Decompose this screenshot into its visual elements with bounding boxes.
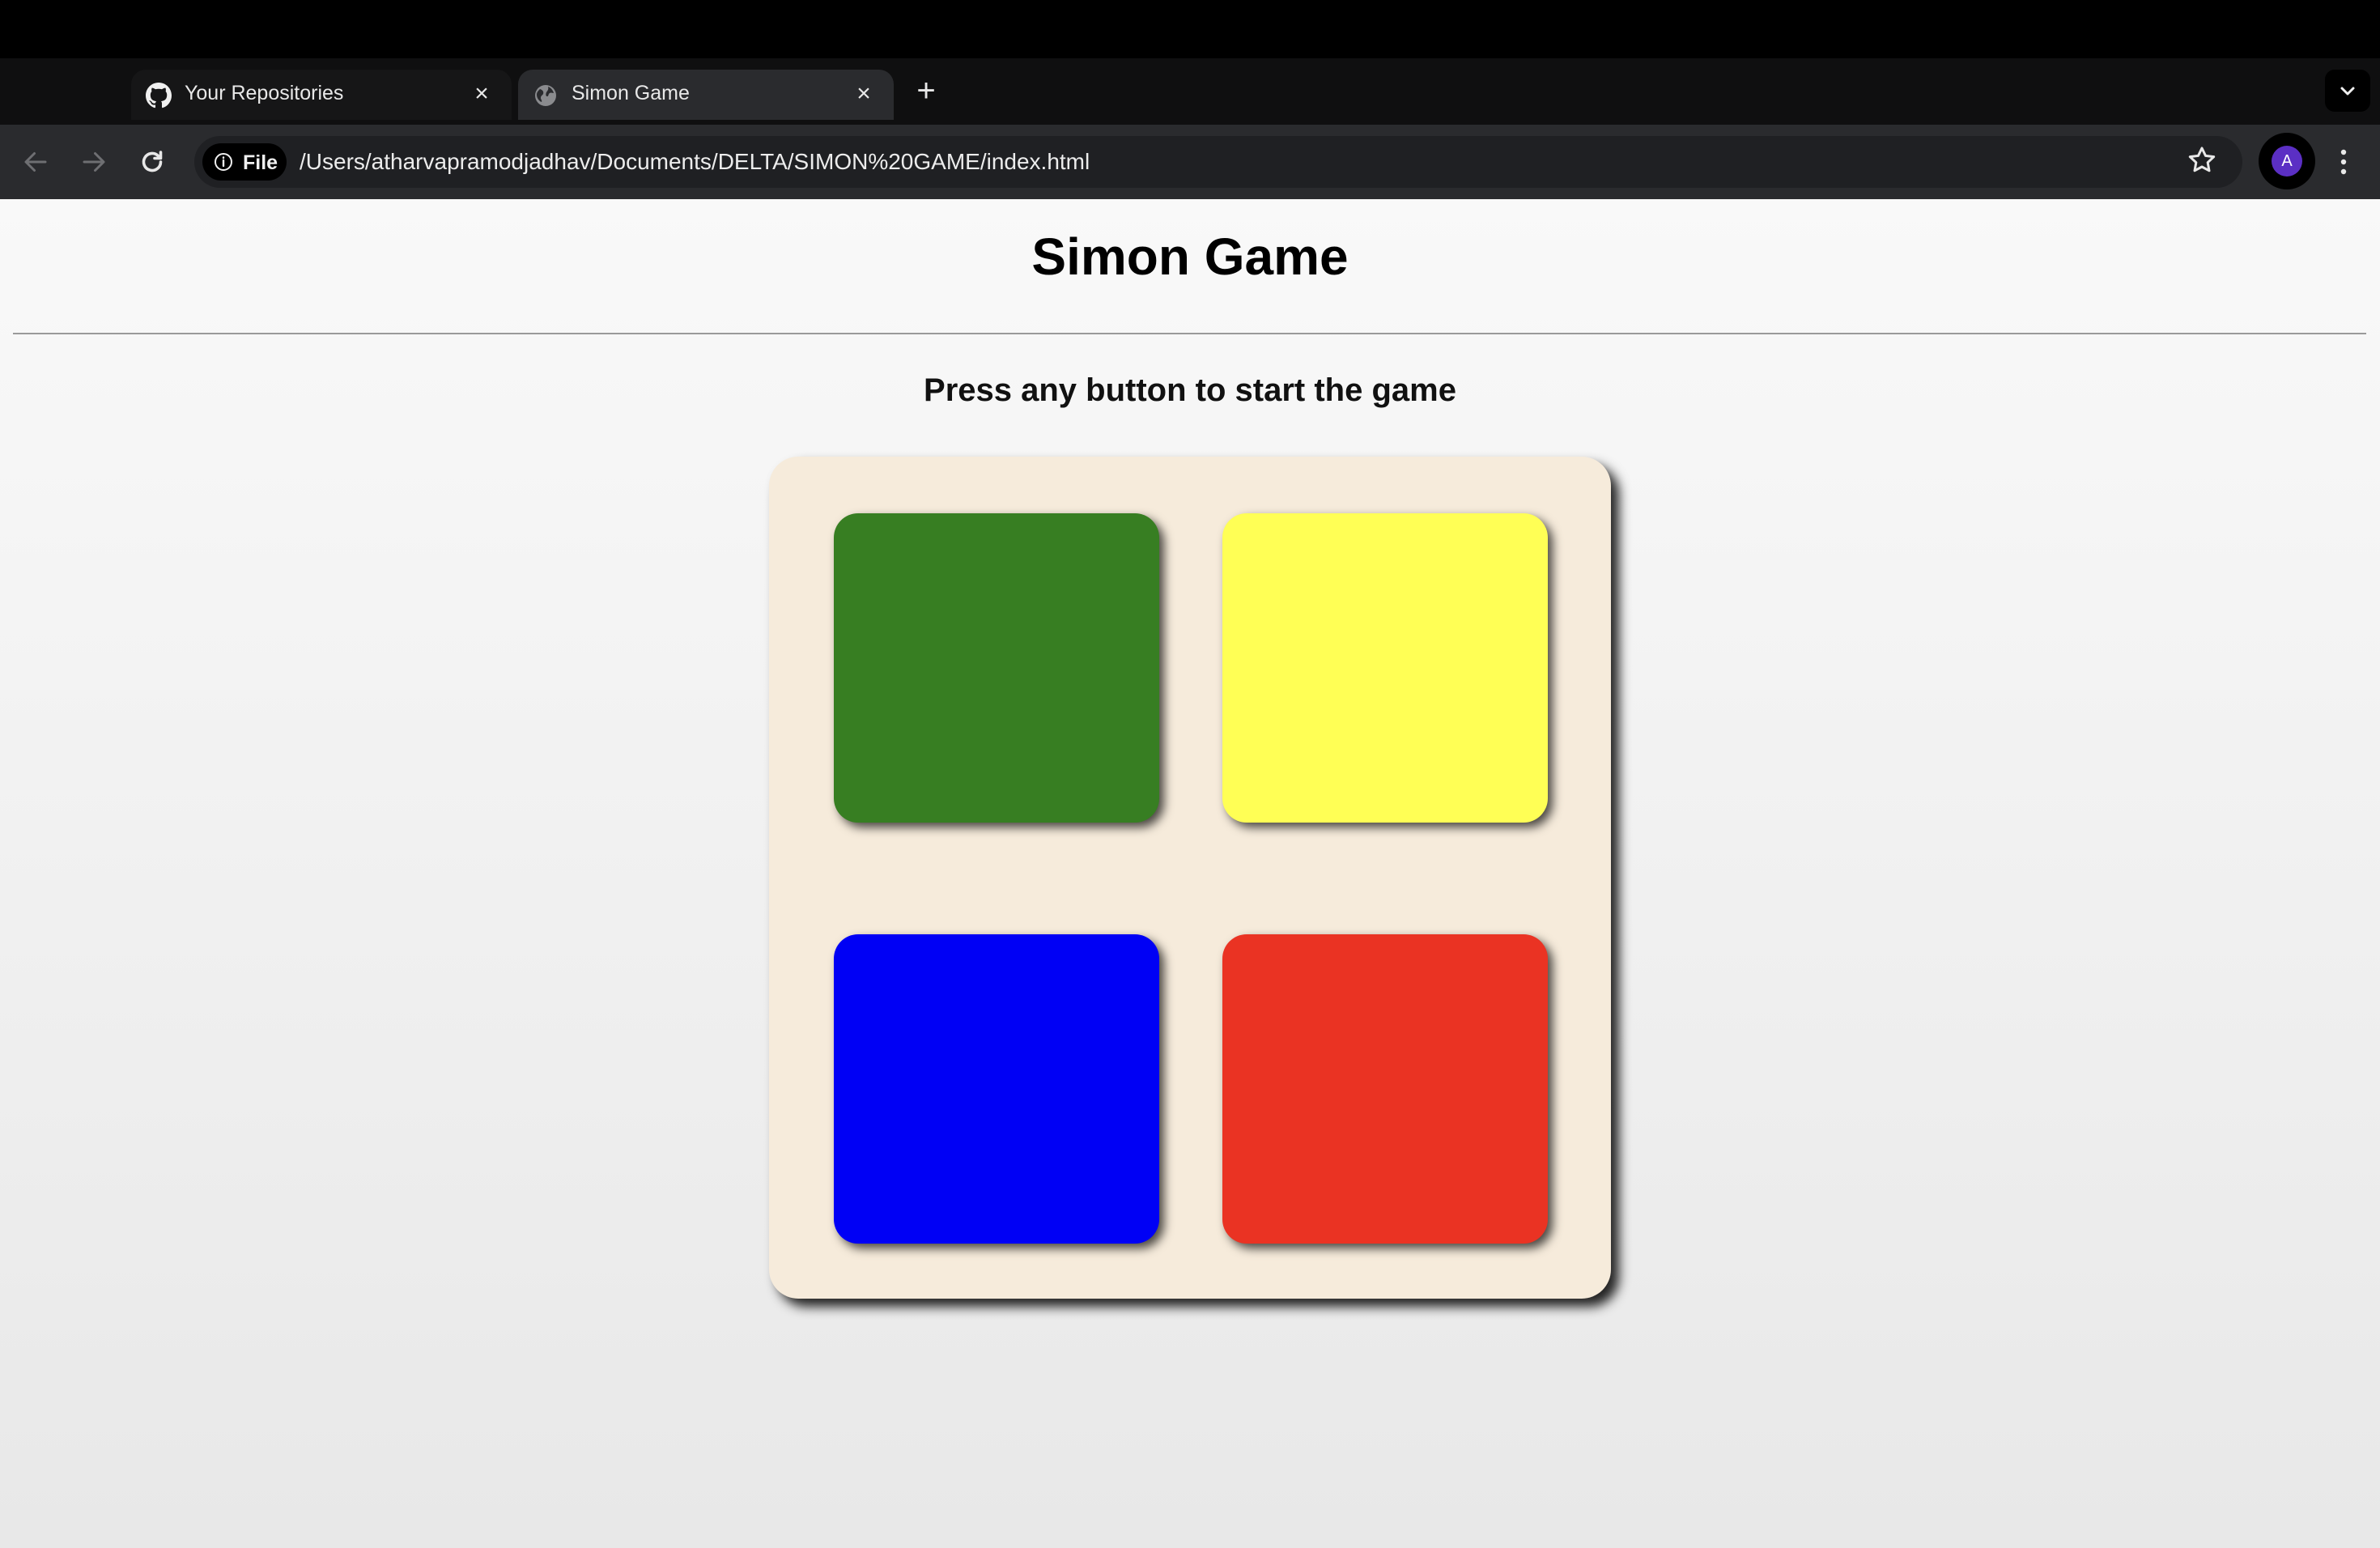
red-button[interactable] <box>1222 934 1548 1244</box>
green-button[interactable] <box>834 513 1159 823</box>
page-title: Simon Game <box>1031 228 1349 286</box>
more-menu-icon[interactable] <box>2331 142 2356 181</box>
forward-button[interactable] <box>76 144 112 180</box>
back-button[interactable] <box>18 144 53 180</box>
os-top-bar <box>0 0 2380 58</box>
browser-toolbar: File /Users/atharvapramodjadhav/Document… <box>0 125 2380 199</box>
info-icon <box>215 153 232 171</box>
divider <box>13 333 2366 334</box>
tab-label: Your Repositories <box>185 82 344 104</box>
arrow-left-icon <box>24 152 47 172</box>
game-status-text: Press any button to start the game <box>924 372 1456 408</box>
address-bar[interactable]: File /Users/atharvapramodjadhav/Document… <box>194 136 2242 188</box>
bookmark-star-icon[interactable] <box>2186 144 2218 176</box>
arrow-right-icon <box>83 152 105 172</box>
page-content: Simon Game Press any button to start the… <box>0 199 2380 1548</box>
site-info-chip[interactable]: File <box>202 143 287 181</box>
tab-your-repositories[interactable]: Your Repositories × <box>131 70 512 120</box>
url-text[interactable]: /Users/atharvapramodjadhav/Documents/DEL… <box>300 149 1090 175</box>
yellow-button[interactable] <box>1222 513 1548 823</box>
close-tab-icon[interactable]: × <box>470 81 494 107</box>
tab-label: Simon Game <box>572 82 690 104</box>
reload-button[interactable] <box>134 144 170 180</box>
close-tab-icon[interactable]: × <box>852 81 876 107</box>
chevron-down-icon <box>2340 87 2355 96</box>
game-board <box>769 457 1611 1299</box>
file-chip-label: File <box>243 151 278 174</box>
new-tab-button[interactable]: + <box>910 74 942 107</box>
profile-button[interactable]: A <box>2259 133 2315 189</box>
globe-icon <box>535 85 556 106</box>
tab-simon-game[interactable]: Simon Game × <box>518 70 894 120</box>
avatar: A <box>2272 146 2302 176</box>
tab-search-button[interactable] <box>2325 70 2370 112</box>
tab-strip: Your Repositories × Simon Game × + <box>0 58 2380 125</box>
blue-button[interactable] <box>834 934 1159 1244</box>
github-icon <box>146 83 172 108</box>
reload-icon <box>142 151 163 172</box>
